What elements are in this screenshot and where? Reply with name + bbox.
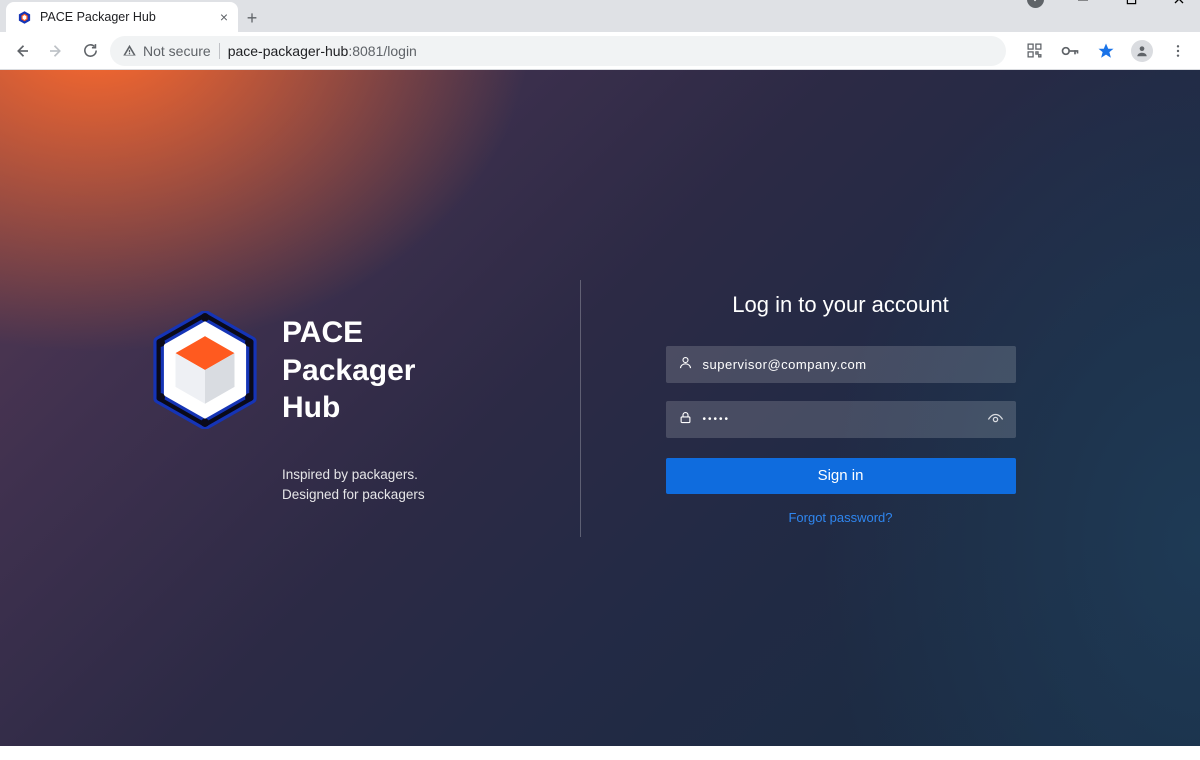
window-close-button[interactable] xyxy=(1164,0,1194,10)
profile-avatar-icon[interactable] xyxy=(1128,37,1156,65)
product-tagline: Inspired by packagers. Designed for pack… xyxy=(282,465,472,504)
nav-forward-button[interactable] xyxy=(42,37,70,65)
reveal-password-icon[interactable] xyxy=(987,411,1004,428)
not-secure-label: Not secure xyxy=(143,43,211,59)
signin-button[interactable]: Sign in xyxy=(666,458,1016,494)
tab-close-button[interactable]: × xyxy=(220,10,228,24)
username-input[interactable] xyxy=(703,357,1004,372)
forgot-password-link[interactable]: Forgot password? xyxy=(788,510,892,525)
new-tab-button[interactable]: + xyxy=(238,4,266,32)
browser-tabstrip: PACE Packager Hub × + xyxy=(0,0,1200,32)
browser-tab-active[interactable]: PACE Packager Hub × xyxy=(6,2,238,32)
security-indicator[interactable]: Not secure xyxy=(122,43,211,59)
bookmark-star-icon[interactable] xyxy=(1092,37,1120,65)
login-page: PACE Packager Hub Inspired by packagers.… xyxy=(0,70,1200,746)
omnibox-divider xyxy=(219,43,220,59)
window-controls xyxy=(1020,0,1194,10)
kebab-menu-icon[interactable] xyxy=(1164,37,1192,65)
login-heading: Log in to your account xyxy=(732,292,948,318)
tab-title: PACE Packager Hub xyxy=(40,10,212,24)
product-name: PACE Packager Hub xyxy=(282,314,415,427)
nav-back-button[interactable] xyxy=(8,37,36,65)
toolbar-actions xyxy=(1012,37,1192,65)
profile-chip-icon[interactable] xyxy=(1020,0,1050,10)
brand-block: PACE Packager Hub Inspired by packagers.… xyxy=(140,274,580,543)
key-icon[interactable] xyxy=(1056,37,1084,65)
qr-icon[interactable] xyxy=(1020,37,1048,65)
password-field[interactable]: ••••• xyxy=(666,401,1016,438)
window-minimize-button[interactable] xyxy=(1068,0,1098,10)
password-input[interactable]: ••••• xyxy=(703,414,977,425)
nav-reload-button[interactable] xyxy=(76,37,104,65)
login-panel: PACE Packager Hub Inspired by packagers.… xyxy=(140,274,1060,543)
username-field[interactable] xyxy=(666,346,1016,383)
window-maximize-button[interactable] xyxy=(1116,0,1146,10)
url-text: pace-packager-hub:8081/login xyxy=(228,43,417,59)
tab-favicon xyxy=(16,9,32,25)
address-bar[interactable]: Not secure pace-packager-hub:8081/login xyxy=(110,36,1006,66)
login-form: Log in to your account ••••• Sign in For… xyxy=(581,274,1060,543)
product-logo-icon xyxy=(150,311,260,429)
lock-icon xyxy=(678,410,693,428)
warning-icon xyxy=(122,43,137,58)
user-icon xyxy=(678,355,693,373)
browser-toolbar: Not secure pace-packager-hub:8081/login xyxy=(0,32,1200,70)
